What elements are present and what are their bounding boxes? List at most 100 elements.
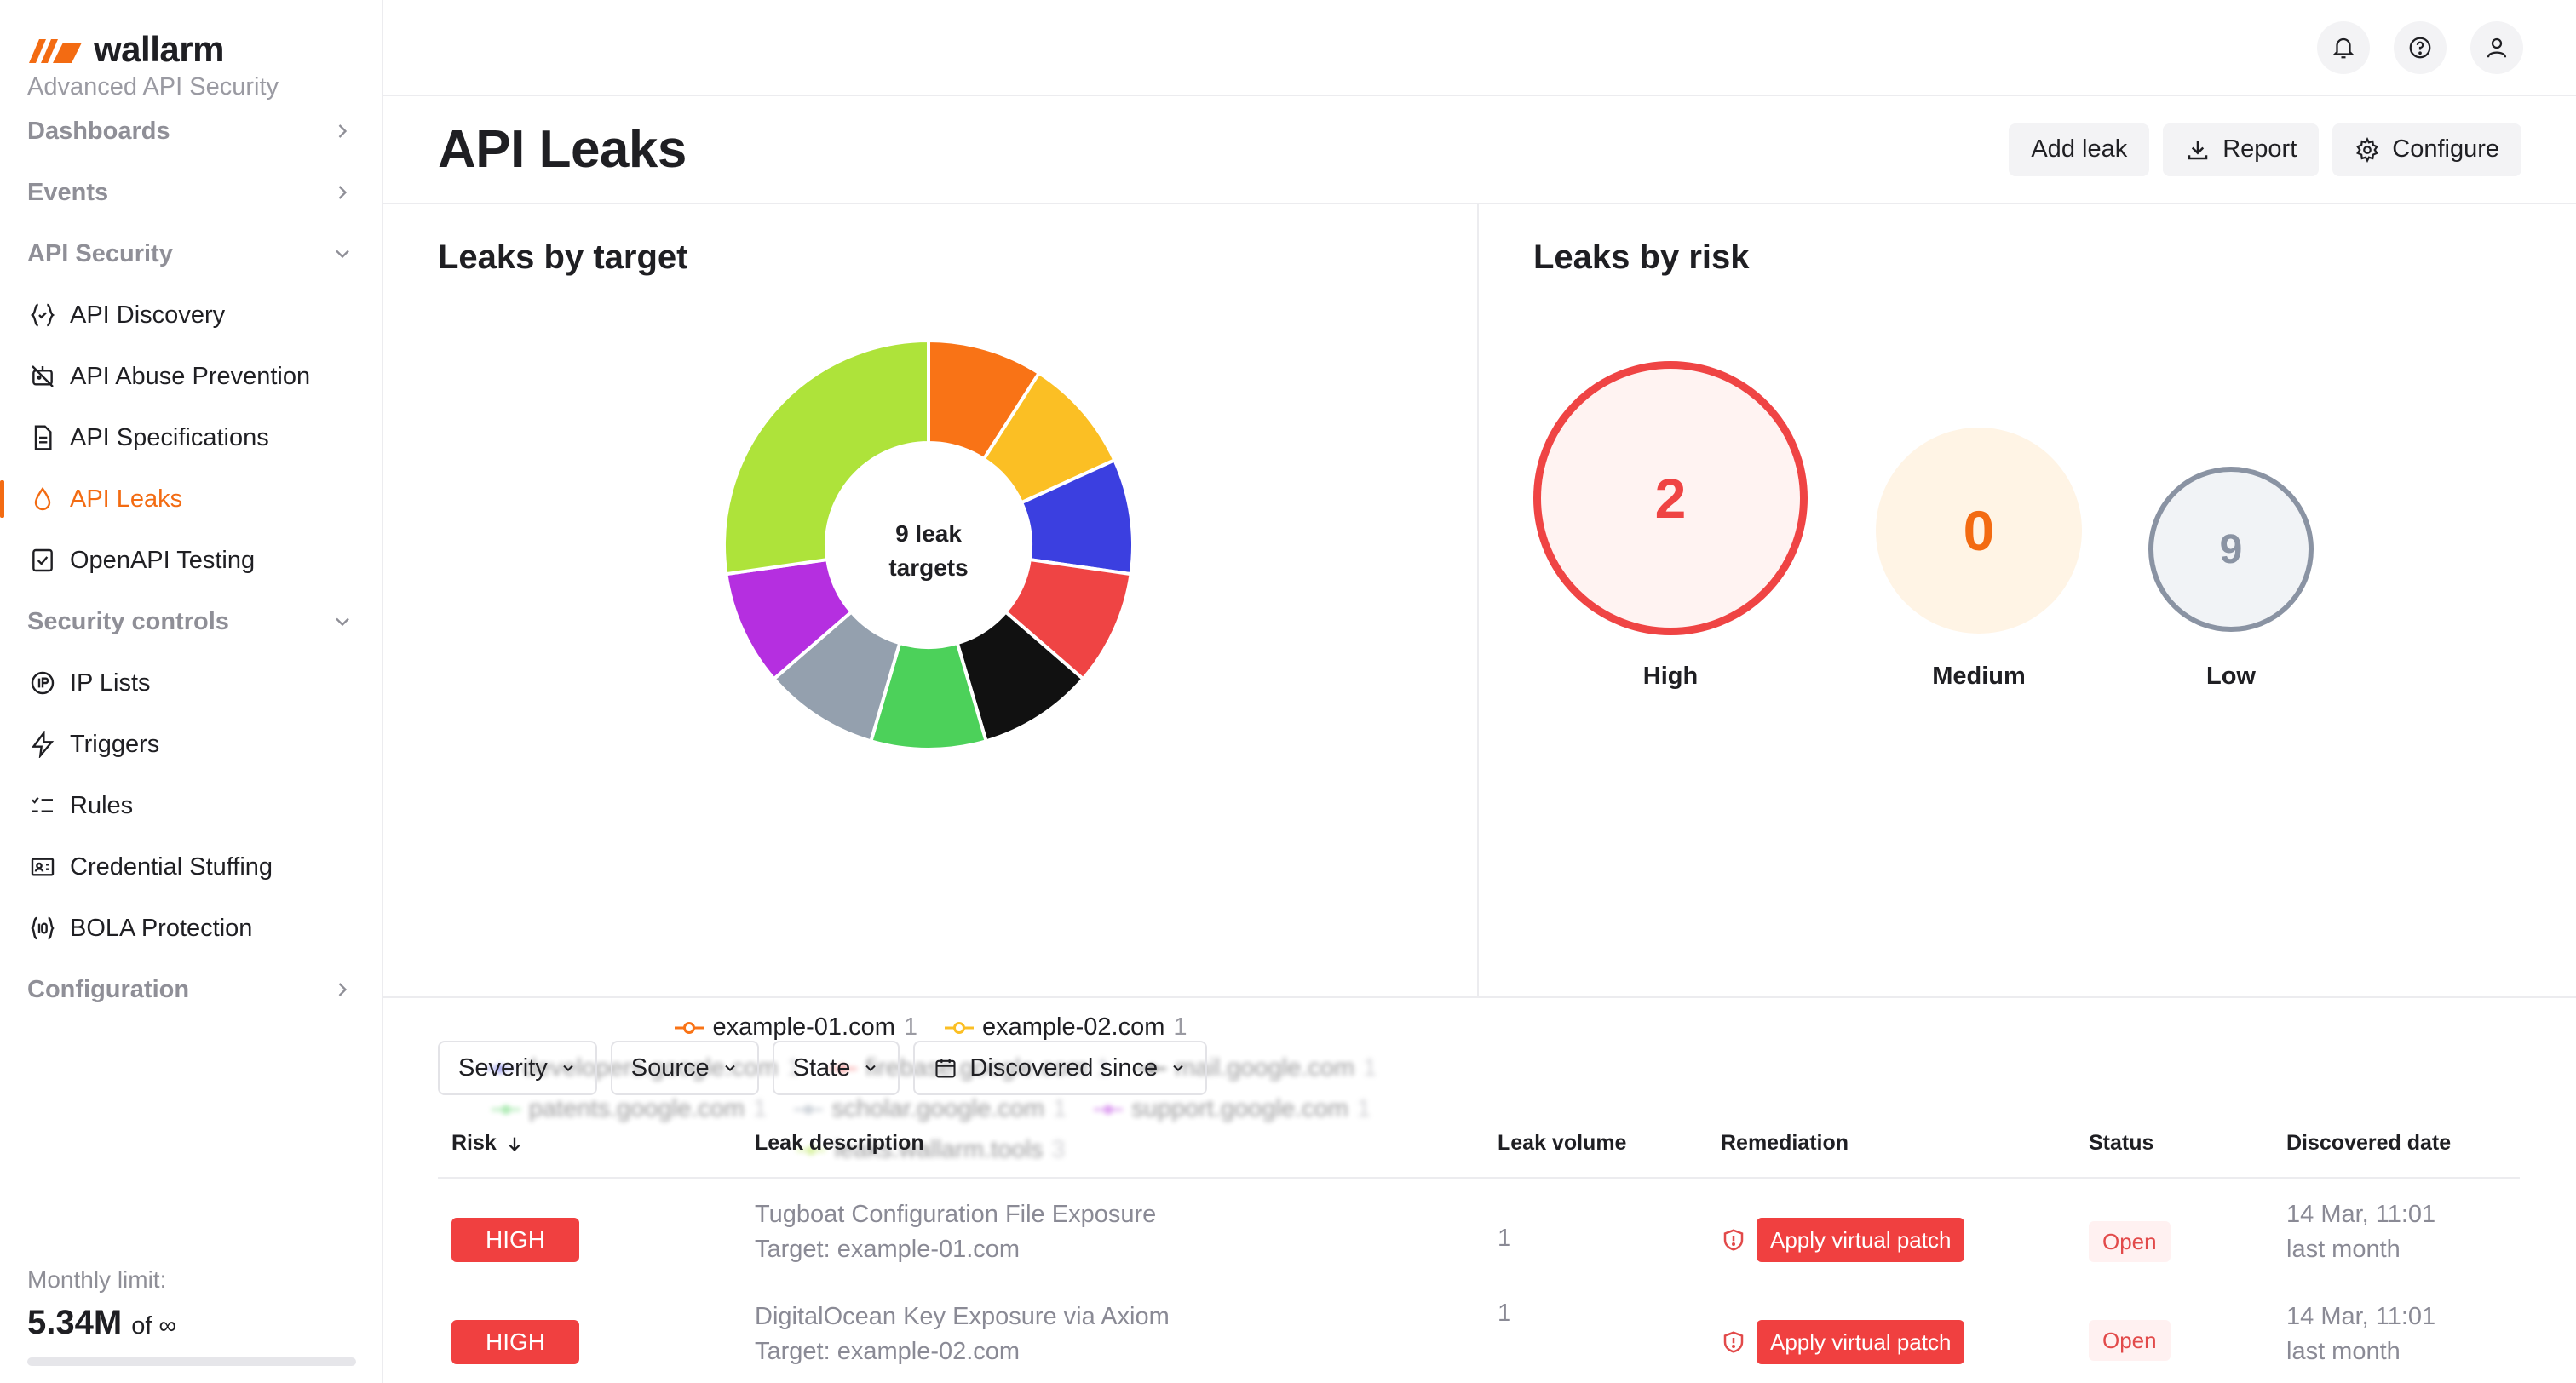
risk-medium-label: Medium (1932, 663, 2026, 690)
configure-button[interactable]: Configure (2332, 123, 2521, 176)
risk-badge: HIGH (451, 1218, 579, 1262)
nav-group-api-security[interactable]: API Security (27, 223, 354, 284)
leak-title: Tugboat Configuration File Exposure (755, 1201, 1157, 1228)
ip-icon (27, 668, 58, 698)
legend-marker-icon (675, 1021, 704, 1034)
severity-filter[interactable]: Severity (438, 1041, 597, 1095)
brand: wallarm Advanced API Security (27, 0, 354, 100)
chevron-right-icon (338, 983, 348, 996)
sidebar-item-openapi-testing[interactable]: OpenAPI Testing (27, 530, 354, 591)
id-braces-icon (27, 913, 58, 944)
leaks-by-risk-panel: Leaks by risk 2 High 0 Medium 9 Low (1479, 204, 2576, 996)
apply-virtual-patch-button[interactable]: Apply virtual patch (1757, 1218, 1965, 1262)
risk-medium-circle[interactable]: 0 (1876, 428, 2082, 634)
sidebar-item-label: API Leaks (70, 485, 183, 513)
legend-label: example-01.com (712, 1013, 895, 1041)
chevron-right-icon (338, 186, 348, 199)
leak-description: DigitalOcean Key Exposure via Axiom Targ… (755, 1300, 1170, 1369)
risk-high-value: 2 (1654, 467, 1687, 530)
user-button[interactable] (2470, 20, 2523, 74)
sidebar-item-label: API Abuse Prevention (70, 362, 311, 390)
discovered-since-filter[interactable]: Discovered since (913, 1041, 1208, 1095)
donut-center-line1: 9 leak (895, 520, 962, 547)
leaks-by-target-panel: Leaks by target 9 leak targets example-0… (383, 204, 1479, 1163)
discovered-date: 14 Mar, 11:01 last month (2286, 1300, 2435, 1369)
limit-value: 5.34M (27, 1304, 123, 1341)
risk-low-value: 9 (2219, 526, 2243, 572)
remediation: Apply virtual patch (1721, 1320, 1965, 1364)
nav-group-label: Security controls (27, 607, 229, 635)
help-icon (2409, 37, 2431, 58)
wallarm-logo-icon (29, 39, 82, 63)
risk-medium-value: 0 (1963, 499, 1995, 562)
logo[interactable]: wallarm (27, 29, 354, 70)
limit-of: of ∞ (131, 1312, 177, 1340)
date-relative: last month (2286, 1338, 2401, 1365)
sidebar-item-triggers[interactable]: Triggers (27, 714, 354, 775)
nav-group-label: Events (27, 178, 109, 206)
nav-group-security-controls[interactable]: Security controls (27, 591, 354, 652)
table-row[interactable]: HIGH DigitalOcean Key Exposure via Axiom… (438, 1300, 2520, 1383)
table-row[interactable]: HIGH Tugboat Configuration File Exposure… (438, 1197, 2520, 1300)
gear-icon (2356, 136, 2379, 163)
bolt-icon (27, 729, 58, 760)
leak-description: Tugboat Configuration File Exposure Targ… (755, 1197, 1156, 1267)
sidebar-item-label: Credential Stuffing (70, 852, 273, 881)
nav-group-events[interactable]: Events (27, 162, 354, 223)
table-header: Risk Leak description Leak volume Remedi… (438, 1114, 2520, 1179)
description-column-header: Leak description (755, 1131, 924, 1155)
id-card-icon (27, 852, 58, 882)
legend-item-example-01[interactable]: example-01.com 1 (675, 1013, 917, 1042)
remediation: Apply virtual patch (1721, 1218, 1965, 1262)
notifications-button[interactable] (2317, 20, 2370, 74)
severity-filter-label: Severity (458, 1053, 548, 1082)
sidebar-item-label: Triggers (70, 730, 160, 758)
limit-progress-bar (27, 1357, 356, 1366)
chevron-down-icon (1173, 1065, 1183, 1071)
page-header: API Leaks Add leak Report Configure (383, 96, 2576, 204)
sidebar-item-rules[interactable]: Rules (27, 775, 354, 836)
legend-item-example-02[interactable]: example-02.com 1 (945, 1013, 1187, 1042)
risk-column-header[interactable]: Risk (451, 1131, 524, 1156)
chevron-down-icon (336, 617, 349, 627)
report-label: Report (2222, 135, 2297, 163)
leaks-by-target-donut: 9 leak targets (724, 341, 1133, 749)
rules-icon (27, 790, 58, 821)
leak-target: Target: example-02.com (755, 1338, 1021, 1365)
volume-column-header: Leak volume (1498, 1131, 1627, 1155)
filters-bar: Severity Source State Discovered since (438, 1041, 1208, 1095)
leak-title: DigitalOcean Key Exposure via Axiom (755, 1303, 1170, 1330)
sidebar-item-bola-protection[interactable]: BOLA Protection (27, 898, 354, 959)
leak-volume: 1 (1498, 1300, 1512, 1327)
bell-icon (2332, 37, 2355, 58)
nav-group-configuration[interactable]: Configuration (27, 959, 354, 1020)
state-filter[interactable]: State (772, 1041, 900, 1095)
help-button[interactable] (2394, 20, 2447, 74)
add-leak-button[interactable]: Add leak (2009, 123, 2150, 176)
date-relative: last month (2286, 1236, 2401, 1263)
risk-high-circle[interactable]: 2 (1533, 361, 1808, 635)
sidebar-item-ip-lists[interactable]: IP Lists (27, 652, 354, 714)
source-filter[interactable]: Source (610, 1041, 759, 1095)
risk-low-circle[interactable]: 9 (2148, 467, 2314, 632)
state-filter-label: State (792, 1053, 851, 1082)
sidebar-item-api-specifications[interactable]: API Specifications (27, 407, 354, 468)
sidebar-item-label: OpenAPI Testing (70, 546, 256, 574)
droplet-icon (27, 484, 58, 514)
document-icon (27, 422, 58, 453)
sidebar-item-api-leaks[interactable]: API Leaks (0, 468, 354, 530)
leak-target: Target: example-01.com (755, 1236, 1021, 1263)
page-title: API Leaks (438, 120, 687, 179)
add-leak-label: Add leak (2031, 135, 2128, 163)
date-column-header: Discovered date (2286, 1131, 2452, 1155)
nav-group-label: API Security (27, 239, 173, 267)
shield-alert-icon (1723, 1229, 1744, 1251)
sidebar-item-api-discovery[interactable]: API Discovery (27, 284, 354, 346)
monthly-limit-value: 5.34M of ∞ (27, 1304, 356, 1342)
nav-group-dashboards[interactable]: Dashboards (27, 100, 354, 162)
apply-virtual-patch-button[interactable]: Apply virtual patch (1757, 1320, 1965, 1364)
report-button[interactable]: Report (2163, 123, 2320, 176)
sidebar-item-api-abuse-prevention[interactable]: API Abuse Prevention (27, 346, 354, 407)
sidebar-item-credential-stuffing[interactable]: Credential Stuffing (27, 836, 354, 898)
remediation-column-header: Remediation (1721, 1131, 1849, 1155)
